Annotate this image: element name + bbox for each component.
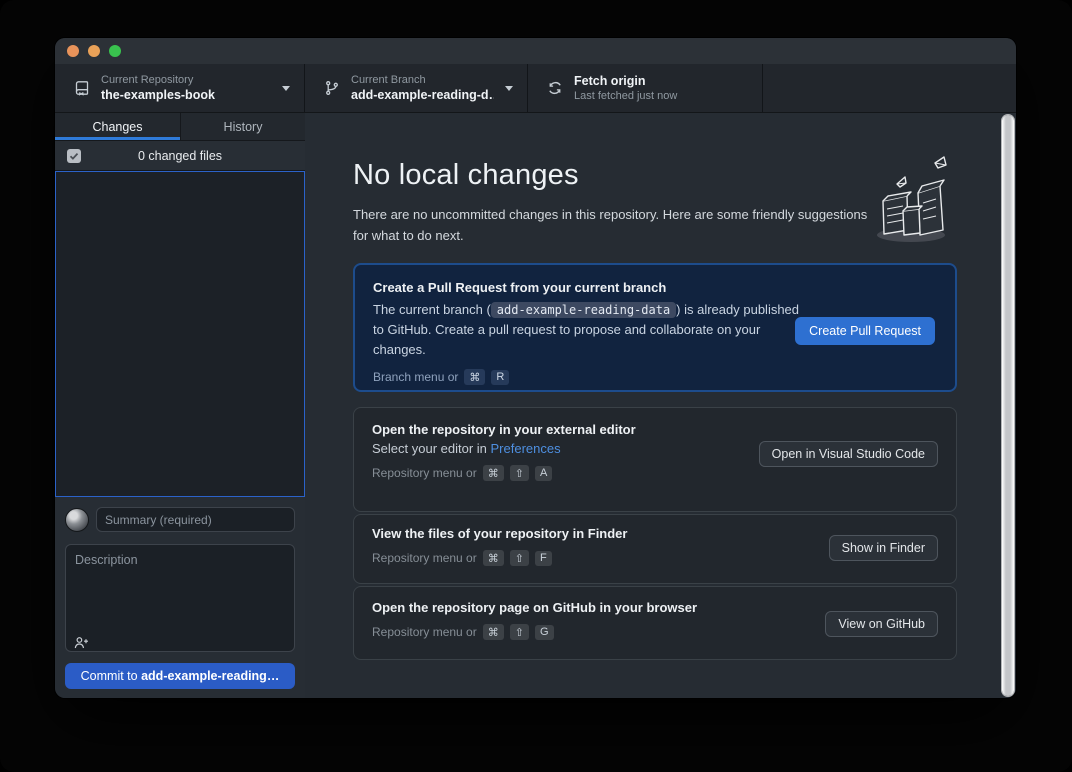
titlebar (55, 38, 1016, 64)
a-key: A (535, 466, 552, 481)
commit-form: Commit to add-example-reading… (55, 497, 305, 698)
pr-body-before: The current branch ( (373, 302, 491, 317)
no-changes-view: No local changes There are no uncommitte… (305, 113, 1016, 698)
fetch-status: Last fetched just now (574, 89, 748, 103)
git-branch-icon (324, 80, 340, 96)
toolbar: Current Repository the-examples-book Cur… (55, 64, 1016, 113)
sidebar: Changes History 0 changed files (55, 113, 305, 698)
repository-name: the-examples-book (101, 87, 271, 103)
chevron-down-icon (505, 86, 513, 91)
f-key: F (535, 551, 552, 566)
chevron-down-icon (282, 86, 290, 91)
finder-shortcut-label: Repository menu or (372, 551, 477, 565)
r-key: R (491, 370, 509, 385)
fetch-origin-button[interactable]: Fetch origin Last fetched just now (528, 64, 763, 112)
repo-icon (74, 80, 90, 96)
open-in-vscode-button[interactable]: Open in Visual Studio Code (759, 441, 938, 467)
tab-history[interactable]: History (180, 113, 305, 140)
current-branch-dropdown[interactable]: Current Branch add-example-reading-d… (305, 64, 528, 112)
branch-label: Current Branch (351, 73, 494, 87)
g-key: G (535, 625, 554, 640)
github-shortcut-label: Repository menu or (372, 625, 477, 639)
checkbox-check-icon (69, 151, 79, 161)
view-on-github-button[interactable]: View on GitHub (825, 611, 938, 637)
suggestions-list: Create a Pull Request from your current … (353, 263, 957, 660)
editor-shortcut: Repository menu or ⌘ ⇧ A (372, 465, 938, 481)
shift-key: ⇧ (510, 465, 529, 481)
repository-label: Current Repository (101, 73, 271, 87)
current-repository-dropdown[interactable]: Current Repository the-examples-book (55, 64, 305, 112)
cmd-key: ⌘ (464, 369, 485, 385)
minimize-window-button[interactable] (88, 45, 100, 57)
editor-panel-title: Open the repository in your external edi… (372, 422, 938, 437)
fetch-label: Fetch origin (574, 73, 748, 89)
cmd-key: ⌘ (483, 624, 504, 640)
show-in-finder-button[interactable]: Show in Finder (829, 535, 938, 561)
create-pull-request-button[interactable]: Create Pull Request (795, 317, 935, 345)
desktop-background: Current Repository the-examples-book Cur… (0, 0, 1072, 772)
sync-icon (547, 80, 563, 96)
changed-files-count: 0 changed files (138, 149, 222, 163)
add-coauthor-icon[interactable] (74, 636, 89, 649)
paper-stack-illustration (863, 153, 955, 250)
branch-name: add-example-reading-d… (351, 87, 494, 103)
pr-branch-code: add-example-reading-data (491, 302, 676, 318)
shift-key: ⇧ (510, 624, 529, 640)
editor-shortcut-label: Repository menu or (372, 466, 477, 480)
sidebar-tabs: Changes History (55, 113, 305, 141)
page-subtitle: There are no uncommitted changes in this… (353, 204, 873, 247)
commit-button-branch: add-example-reading… (141, 669, 279, 683)
pr-panel-title: Create a Pull Request from your current … (373, 280, 937, 295)
preferences-link[interactable]: Preferences (491, 441, 561, 456)
description-input[interactable] (65, 544, 295, 652)
create-pr-panel: Create a Pull Request from your current … (353, 263, 957, 392)
zoom-window-button[interactable] (109, 45, 121, 57)
pr-shortcut-label: Branch menu or (373, 370, 458, 384)
editor-line-text: Select your editor in (372, 441, 491, 456)
tab-changes[interactable]: Changes (55, 113, 180, 140)
shift-key: ⇧ (510, 550, 529, 566)
close-window-button[interactable] (67, 45, 79, 57)
changes-file-list[interactable] (55, 171, 305, 497)
summary-input[interactable] (96, 507, 295, 532)
open-editor-panel: Open the repository in your external edi… (353, 407, 957, 512)
cmd-key: ⌘ (483, 550, 504, 566)
select-all-checkbox[interactable] (67, 149, 81, 163)
view-on-github-panel: Open the repository page on GitHub in yo… (353, 586, 957, 660)
cmd-key: ⌘ (483, 465, 504, 481)
commit-button[interactable]: Commit to add-example-reading… (65, 663, 295, 689)
github-desktop-window: Current Repository the-examples-book Cur… (55, 38, 1016, 698)
show-in-finder-panel: View the files of your repository in Fin… (353, 514, 957, 584)
changed-files-header: 0 changed files (55, 141, 305, 171)
commit-button-prefix: Commit to (81, 669, 141, 683)
user-avatar (65, 508, 89, 532)
vertical-scrollbar[interactable] (1002, 115, 1014, 696)
pr-shortcut: Branch menu or ⌘ R (373, 369, 937, 385)
